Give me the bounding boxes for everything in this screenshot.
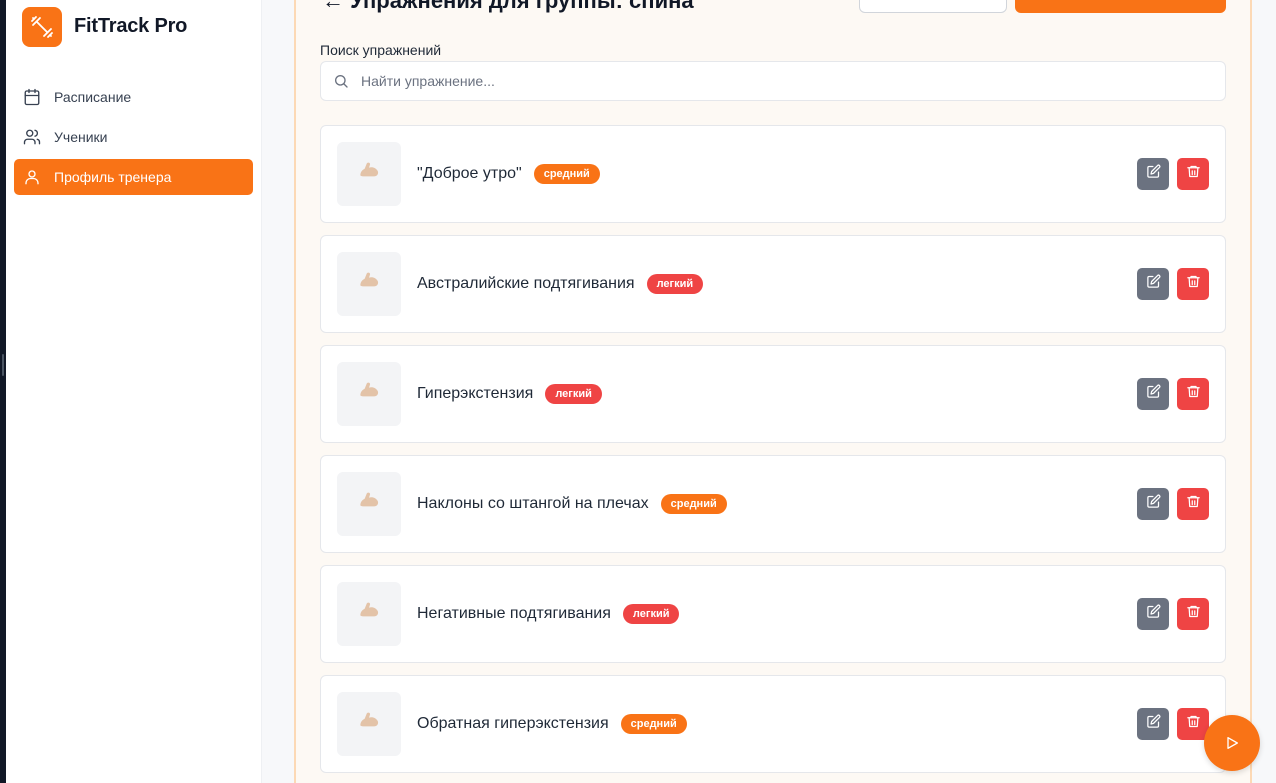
sidebar-item-label: Расписание xyxy=(54,89,132,105)
delete-button[interactable] xyxy=(1177,268,1209,300)
app-logo xyxy=(22,7,62,47)
secondary-button[interactable] xyxy=(859,0,1007,13)
edit-icon xyxy=(1146,164,1161,184)
exercise-name: Австралийские подтягивания xyxy=(417,275,635,292)
sidebar: FitTrack Pro Расписание Ученики Профиль … xyxy=(6,0,262,783)
delete-button[interactable] xyxy=(1177,598,1209,630)
exercise-thumbnail xyxy=(337,252,401,316)
trash-icon xyxy=(1186,384,1201,404)
exercise-thumbnail xyxy=(337,582,401,646)
difficulty-badge: средний xyxy=(533,164,600,184)
exercise-name-row: Гиперэкстензия легкий xyxy=(417,384,602,404)
edit-icon xyxy=(1146,604,1161,624)
flexed-arm-icon xyxy=(356,269,382,300)
exercise-card[interactable]: "Доброе утро" средний xyxy=(320,125,1226,223)
edit-icon xyxy=(1146,274,1161,294)
exercise-card[interactable]: Наклоны со штангой на плечах средний xyxy=(320,455,1226,553)
edit-button[interactable] xyxy=(1137,378,1169,410)
sidebar-item-label: Профиль тренера xyxy=(54,169,172,185)
difficulty-badge: средний xyxy=(660,494,727,514)
edit-button[interactable] xyxy=(1137,158,1169,190)
page-title: ← Упражнения для группы: спина xyxy=(322,0,694,14)
sidebar-item-label: Ученики xyxy=(54,129,108,145)
sidebar-item-trainer-profile[interactable]: Профиль тренера xyxy=(14,159,253,195)
app-name: FitTrack Pro xyxy=(74,15,188,37)
exercise-card[interactable]: Негативные подтягивания легкий xyxy=(320,565,1226,663)
flexed-arm-icon xyxy=(356,489,382,520)
back-arrow-icon[interactable]: ← xyxy=(322,0,344,13)
difficulty-badge: легкий xyxy=(646,274,704,294)
exercise-card[interactable]: Обратная гиперэкстензия средний xyxy=(320,675,1226,773)
resize-grip[interactable] xyxy=(2,354,4,376)
trash-icon xyxy=(1186,164,1201,184)
flexed-arm-icon xyxy=(356,159,382,190)
exercise-name-row: Наклоны со штангой на плечах средний xyxy=(417,494,727,514)
exercise-card[interactable]: Австралийские подтягивания легкий xyxy=(320,235,1226,333)
flexed-arm-icon xyxy=(356,709,382,740)
play-icon xyxy=(1227,737,1238,749)
exercise-name: Негативные подтягивания xyxy=(417,605,611,622)
exercise-name-row: Австралийские подтягивания легкий xyxy=(417,274,704,294)
exercise-name: "Доброе утро" xyxy=(417,165,522,182)
difficulty-badge: средний xyxy=(620,714,687,734)
exercise-name-row: Негативные подтягивания легкий xyxy=(417,604,680,624)
exercise-thumbnail xyxy=(337,472,401,536)
play-button[interactable] xyxy=(1204,715,1260,771)
search-label: Поиск упражнений xyxy=(320,42,442,58)
sidebar-item-students[interactable]: Ученики xyxy=(14,119,253,155)
exercise-thumbnail xyxy=(337,692,401,756)
edit-button[interactable] xyxy=(1137,268,1169,300)
exercise-thumbnail xyxy=(337,142,401,206)
search-field[interactable] xyxy=(320,61,1226,101)
exercise-thumbnail xyxy=(337,362,401,426)
exercise-name-row: Обратная гиперэкстензия средний xyxy=(417,714,687,734)
flexed-arm-icon xyxy=(356,599,382,630)
trash-icon xyxy=(1186,714,1201,734)
edit-button[interactable] xyxy=(1137,598,1169,630)
edit-button[interactable] xyxy=(1137,708,1169,740)
dumbbell-icon xyxy=(31,16,53,38)
edit-icon xyxy=(1146,494,1161,514)
exercise-name: Наклоны со штангой на плечах xyxy=(417,495,649,512)
edit-button[interactable] xyxy=(1137,488,1169,520)
users-icon xyxy=(22,127,42,147)
primary-button[interactable] xyxy=(1015,0,1226,13)
exercise-name: Обратная гиперэкстензия xyxy=(417,715,609,732)
calendar-icon xyxy=(22,87,42,107)
flexed-arm-icon xyxy=(356,379,382,410)
difficulty-badge: легкий xyxy=(622,604,680,624)
search-input[interactable] xyxy=(361,73,1161,89)
exercise-card[interactable]: Гиперэкстензия легкий xyxy=(320,345,1226,443)
edit-icon xyxy=(1146,384,1161,404)
delete-button[interactable] xyxy=(1177,488,1209,520)
delete-button[interactable] xyxy=(1177,158,1209,190)
trash-icon xyxy=(1186,604,1201,624)
user-icon xyxy=(22,167,42,187)
sidebar-item-schedule[interactable]: Расписание xyxy=(14,79,253,115)
edit-icon xyxy=(1146,714,1161,734)
trash-icon xyxy=(1186,494,1201,514)
exercise-name-row: "Доброе утро" средний xyxy=(417,164,600,184)
difficulty-badge: легкий xyxy=(545,384,602,404)
exercise-name: Гиперэкстензия xyxy=(417,385,534,402)
delete-button[interactable] xyxy=(1177,378,1209,410)
trash-icon xyxy=(1186,274,1201,294)
search-icon xyxy=(335,75,348,88)
